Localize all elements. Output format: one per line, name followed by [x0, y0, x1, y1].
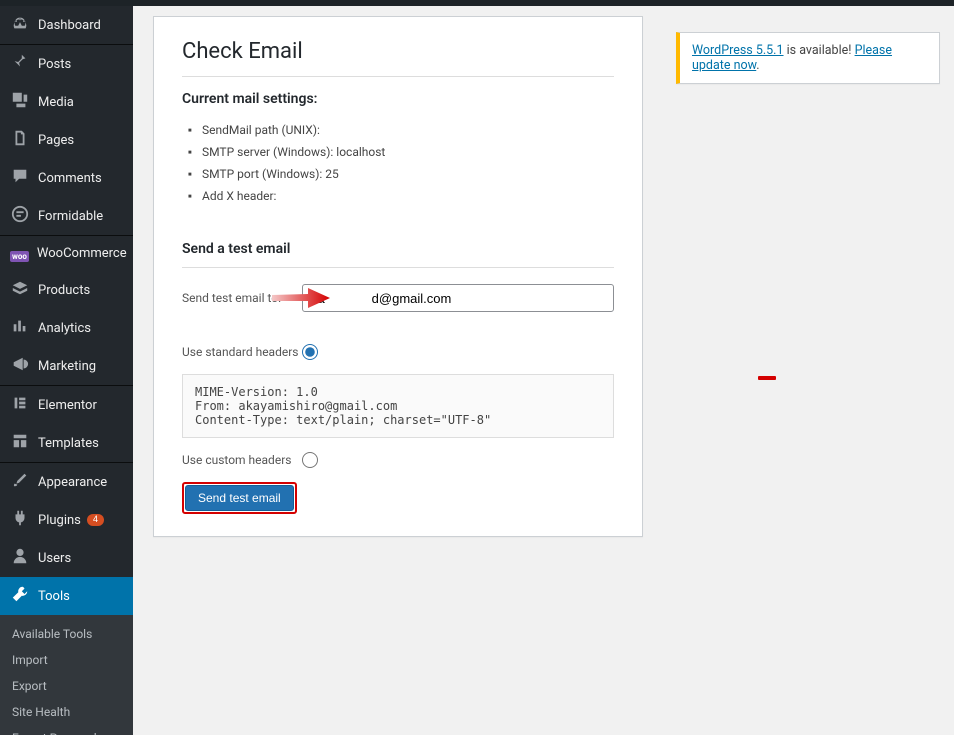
- sidebar-item-tools[interactable]: Tools: [0, 577, 133, 615]
- sidebar-item-label: Appearance: [38, 475, 107, 490]
- test-email-input[interactable]: [302, 284, 614, 312]
- plugin-icon: [10, 509, 30, 531]
- sidebar-item-label: Templates: [38, 436, 99, 451]
- sidebar-item-dashboard[interactable]: Dashboard: [0, 6, 133, 44]
- sidebar-item-pages[interactable]: Pages: [0, 121, 133, 159]
- sidebar-item-media[interactable]: Media: [0, 83, 133, 121]
- setting-add-x-header: Add X header:: [202, 185, 614, 207]
- wp-available-text: is available!: [784, 43, 855, 58]
- sidebar-item-label: Media: [38, 95, 74, 110]
- sidebar-item-comments[interactable]: Comments: [0, 159, 133, 197]
- send-to-row: Send test email to:: [182, 284, 614, 312]
- use-custom-headers-row: Use custom headers: [182, 452, 614, 468]
- pushpin-icon: [10, 53, 30, 75]
- sidebar-item-posts[interactable]: Posts: [0, 45, 133, 83]
- use-custom-headers-radio[interactable]: [302, 452, 318, 468]
- sidebar-item-appearance[interactable]: Appearance: [0, 463, 133, 501]
- media-icon: [10, 91, 30, 113]
- submenu-import[interactable]: Import: [0, 647, 133, 673]
- sidebar-item-label: Products: [38, 283, 90, 298]
- use-custom-headers-label: Use custom headers: [182, 453, 302, 467]
- sidebar-item-label: Marketing: [38, 359, 96, 374]
- submenu-export[interactable]: Export: [0, 673, 133, 699]
- standard-headers-preview: MIME-Version: 1.0 From: akayamishiro@gma…: [182, 374, 614, 438]
- sidebar-item-label: Analytics: [38, 321, 91, 336]
- sidebar-item-elementor[interactable]: Elementor: [0, 386, 133, 424]
- dashboard-icon: [10, 14, 30, 36]
- submenu-export-personal-data[interactable]: Export Personal Data: [0, 725, 133, 735]
- setting-smtp-port: SMTP port (Windows): 25: [202, 163, 614, 185]
- send-test-email-heading: Send a test email: [182, 241, 614, 268]
- setting-smtp-server: SMTP server (Windows): localhost: [202, 141, 614, 163]
- page-title: Check Email: [182, 39, 614, 77]
- pages-icon: [10, 129, 30, 151]
- sidebar-item-templates[interactable]: Templates: [0, 424, 133, 462]
- sidebar-item-woocommerce[interactable]: woo WooCommerce: [0, 236, 133, 271]
- send-test-email-button[interactable]: Send test email: [185, 485, 294, 511]
- admin-sidebar: Dashboard Posts Media Pages Comments For…: [0, 6, 133, 735]
- plugins-update-badge: 4: [87, 514, 104, 526]
- use-standard-headers-radio[interactable]: [302, 344, 318, 360]
- wp-version-link[interactable]: WordPress 5.5.1: [692, 43, 784, 58]
- check-email-panel: Check Email Current mail settings: SendM…: [153, 16, 643, 537]
- brush-icon: [10, 471, 30, 493]
- sidebar-item-label: Users: [38, 551, 71, 566]
- submenu-site-health[interactable]: Site Health: [0, 699, 133, 725]
- wp-update-notice: WordPress 5.5.1 is available! Please upd…: [676, 32, 940, 84]
- wrench-icon: [10, 585, 30, 607]
- sidebar-item-analytics[interactable]: Analytics: [0, 309, 133, 347]
- sidebar-item-label: Posts: [38, 57, 71, 72]
- red-annotation-mark: [758, 376, 776, 380]
- sidebar-item-marketing[interactable]: Marketing: [0, 347, 133, 385]
- sidebar-item-label: Dashboard: [38, 18, 101, 33]
- sidebar-item-products[interactable]: Products: [0, 271, 133, 309]
- submenu-available-tools[interactable]: Available Tools: [0, 621, 133, 647]
- mail-settings-list: SendMail path (UNIX): SMTP server (Windo…: [182, 115, 614, 217]
- sidebar-item-label: Pages: [38, 133, 74, 148]
- products-icon: [10, 279, 30, 301]
- sidebar-item-users[interactable]: Users: [0, 539, 133, 577]
- sidebar-item-label: Plugins: [38, 513, 81, 528]
- sidebar-item-label: Elementor: [38, 398, 97, 413]
- sidebar-item-label: Comments: [38, 171, 102, 186]
- use-standard-headers-row: Use standard headers: [182, 344, 614, 360]
- comments-icon: [10, 167, 30, 189]
- analytics-icon: [10, 317, 30, 339]
- formidable-icon: [10, 205, 30, 227]
- templates-icon: [10, 432, 30, 454]
- users-icon: [10, 547, 30, 569]
- megaphone-icon: [10, 355, 30, 377]
- tools-submenu: Available Tools Import Export Site Healt…: [0, 615, 133, 735]
- current-mail-settings-heading: Current mail settings:: [182, 91, 614, 107]
- use-standard-headers-label: Use standard headers: [182, 345, 302, 359]
- content-area: Check Email Current mail settings: SendM…: [133, 6, 954, 735]
- red-arrow-annotation: [272, 286, 332, 310]
- sidebar-item-label: Formidable: [38, 209, 103, 224]
- sidebar-item-formidable[interactable]: Formidable: [0, 197, 133, 235]
- setting-sendmail-path: SendMail path (UNIX):: [202, 119, 614, 141]
- sidebar-item-plugins[interactable]: Plugins 4: [0, 501, 133, 539]
- woocommerce-icon: woo: [10, 244, 29, 263]
- elementor-icon: [10, 394, 30, 416]
- sidebar-item-label: WooCommerce: [37, 246, 127, 261]
- sidebar-item-label: Tools: [38, 589, 70, 604]
- send-button-highlight: Send test email: [182, 482, 297, 514]
